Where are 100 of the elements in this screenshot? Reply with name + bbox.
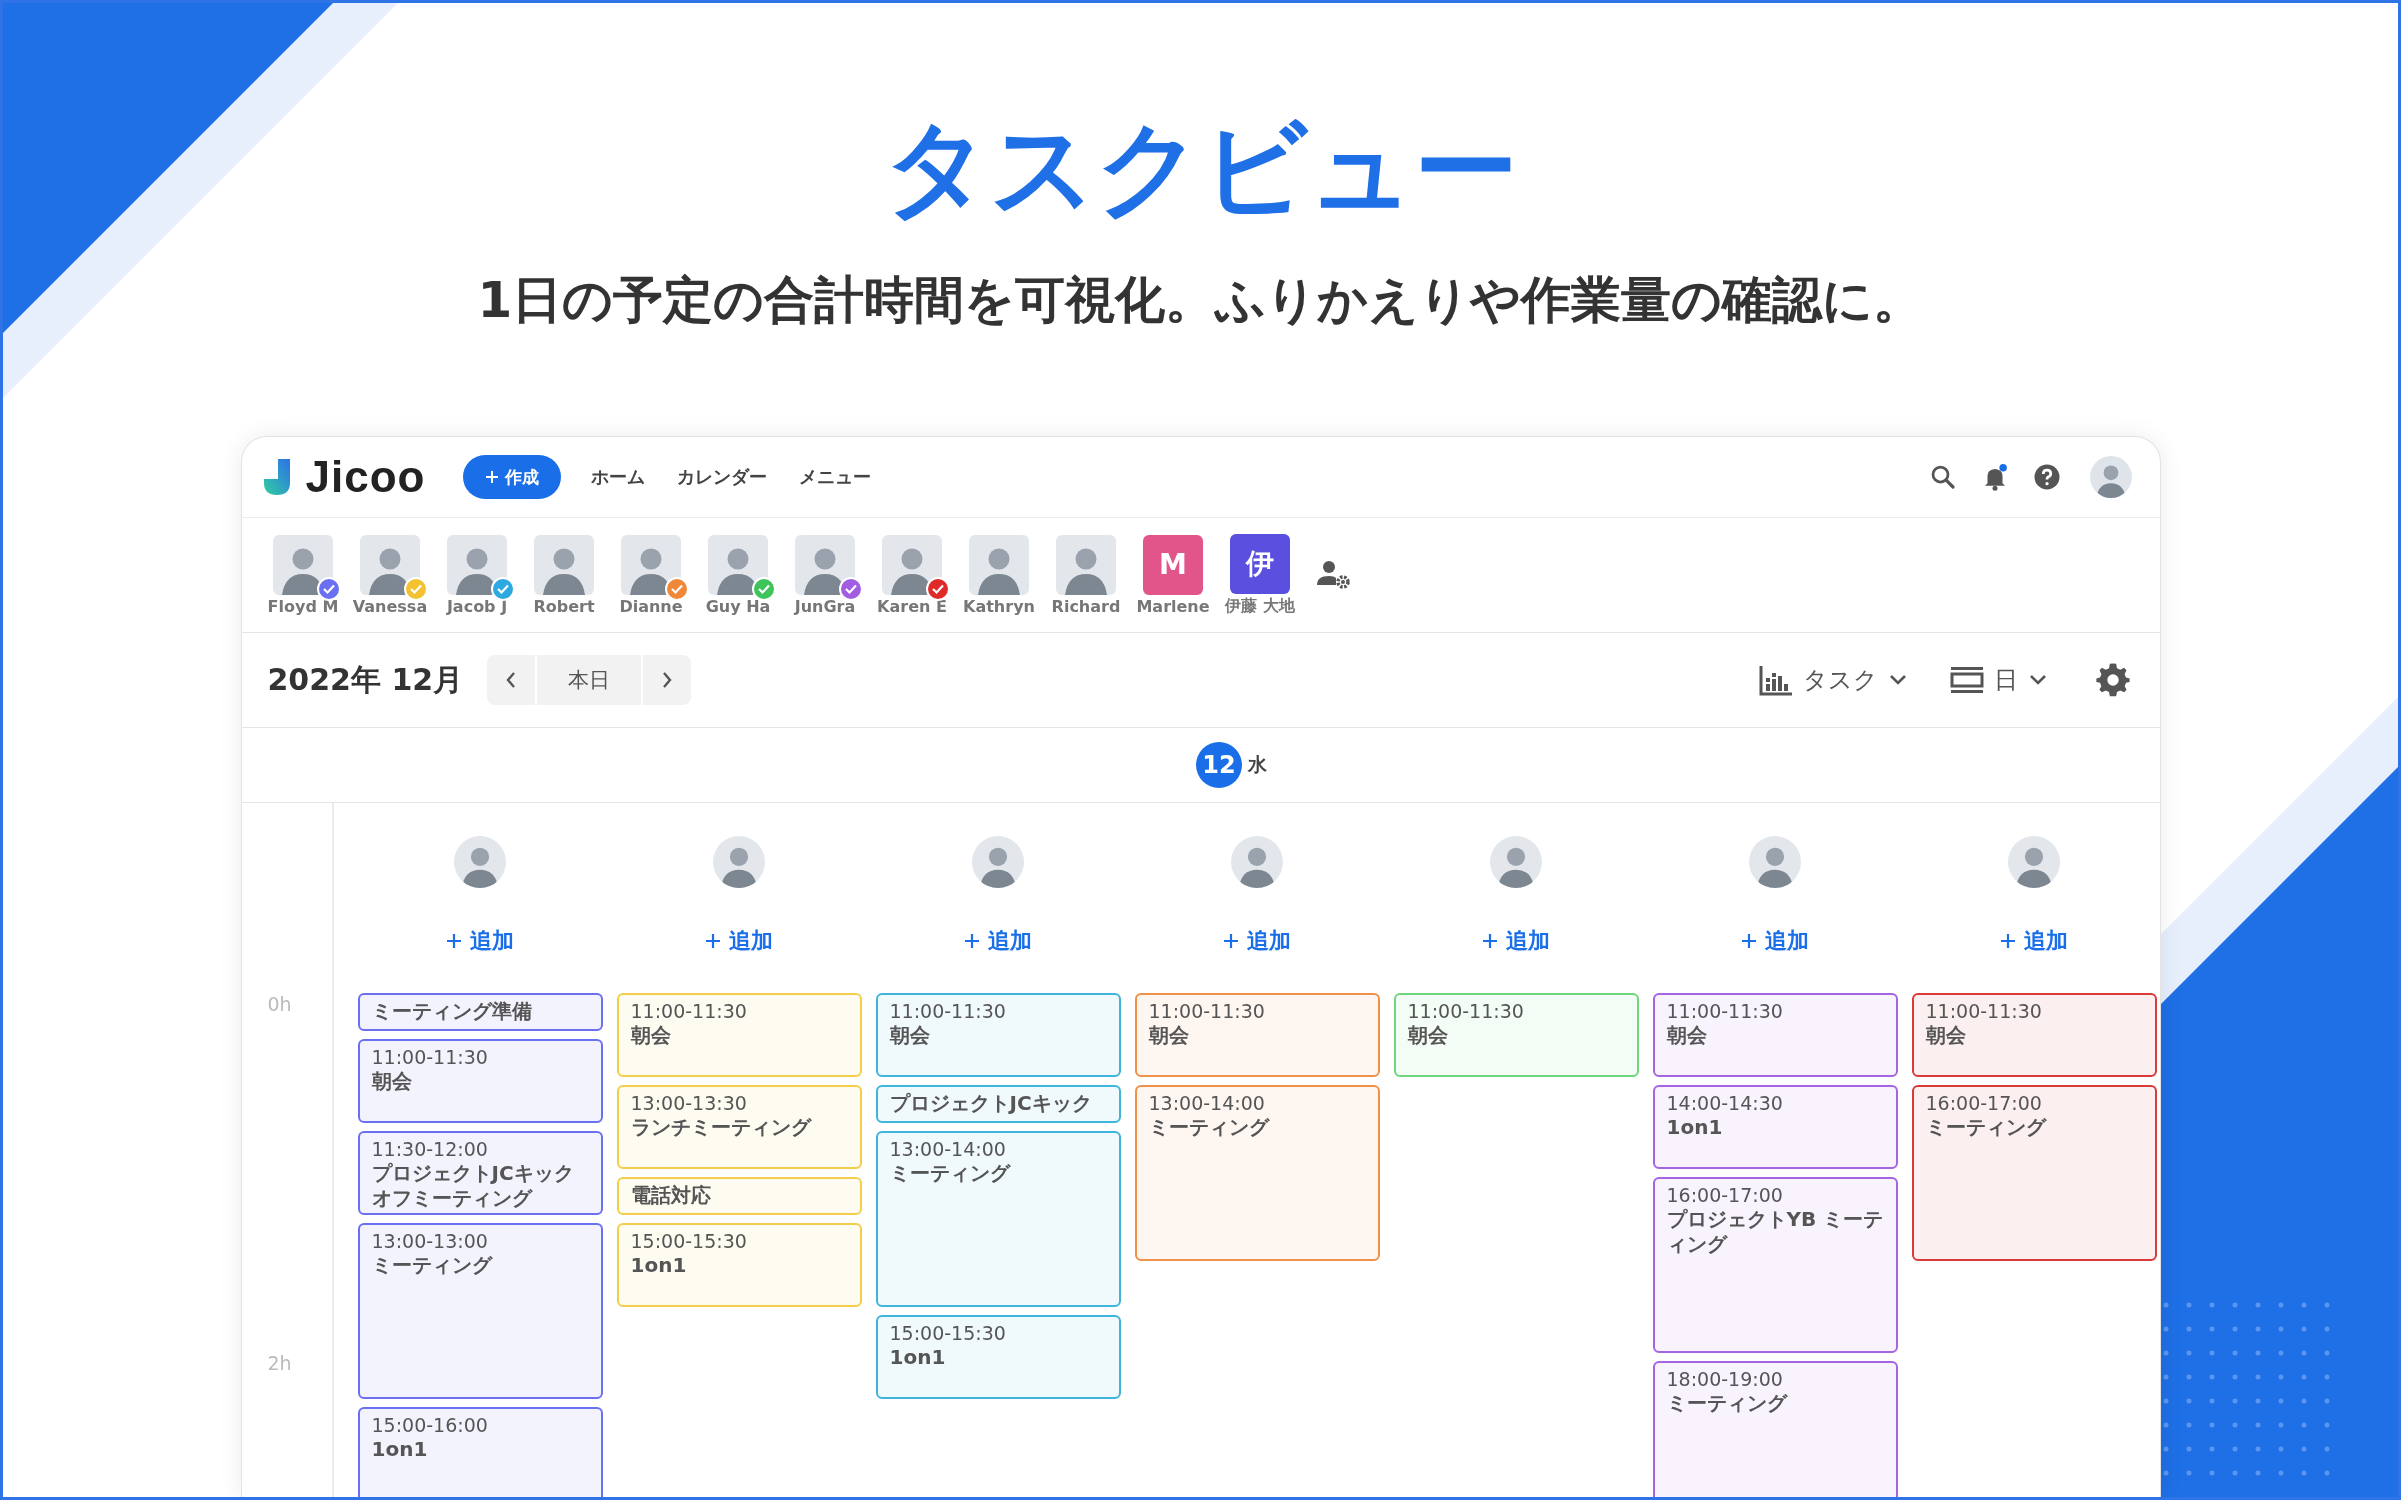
event-title: 朝会 xyxy=(1666,1023,1708,1048)
plus-icon xyxy=(1223,933,1239,949)
event-title: プロジェクトYB ミーティング xyxy=(1666,1207,1884,1257)
avatar[interactable] xyxy=(621,534,681,595)
event-card[interactable]: 15:00-15:30 1on1 xyxy=(616,1223,862,1307)
range-dropdown[interactable]: 日 xyxy=(1943,663,2054,697)
avatar[interactable] xyxy=(882,534,942,595)
event-card[interactable]: 16:00-17:00 ミーティング xyxy=(1911,1085,2157,1261)
member-name: Richard xyxy=(1051,596,1121,616)
event-card[interactable]: 13:00-14:00 ミーティング xyxy=(875,1131,1121,1307)
event-time: 13:00-14:00 xyxy=(1148,1091,1266,1115)
event-title: 1on1 xyxy=(630,1253,688,1278)
plus-icon xyxy=(1741,933,1757,949)
event-card[interactable]: ミーティング準備 xyxy=(357,993,603,1031)
event-card[interactable]: 11:00-11:30 朝会 xyxy=(616,993,862,1077)
bar-chart-icon xyxy=(1758,664,1793,696)
event-time: 16:00-17:00 xyxy=(1925,1091,2043,1115)
nav-link[interactable]: ホーム xyxy=(591,465,646,489)
event-title: ミーティング xyxy=(889,1161,1012,1186)
event-card[interactable]: 15:00-16:00 1on1 xyxy=(357,1407,603,1497)
event-title: ミーティング準備 xyxy=(371,999,533,1024)
add-button[interactable]: 追加 xyxy=(1476,926,1556,956)
event-time: 16:00-17:00 xyxy=(1666,1183,1784,1207)
today-button[interactable]: 本日 xyxy=(537,655,642,705)
view-dropdown[interactable]: タスク xyxy=(1752,663,1914,697)
event-title: ミーティング xyxy=(1925,1115,2048,1140)
event-card[interactable]: 11:00-11:30 朝会 xyxy=(1652,993,1898,1077)
event-title: 1on1 xyxy=(371,1437,429,1462)
event-time: 11:00-11:30 xyxy=(1925,999,2043,1023)
member-name: Karen E xyxy=(877,596,947,616)
event-card[interactable]: 18:00-19:00 ミーティング xyxy=(1652,1361,1898,1497)
event-card[interactable]: 11:00-11:30 朝会 xyxy=(1911,993,2157,1077)
event-title: 1on1 xyxy=(1666,1115,1724,1140)
avatar[interactable] xyxy=(360,534,420,595)
event-time: 13:00-13:00 xyxy=(371,1229,489,1253)
caret-icon xyxy=(2027,673,2048,687)
event-card[interactable]: 13:00-13:00 ミーティング xyxy=(357,1223,603,1399)
event-card[interactable]: 電話対応 xyxy=(616,1177,862,1215)
add-button[interactable]: 追加 xyxy=(440,926,520,956)
event-card[interactable]: 13:00-13:30 ランチミーティング xyxy=(616,1085,862,1169)
member-name: Floyd M xyxy=(267,596,339,616)
event-card[interactable]: 11:00-11:30 朝会 xyxy=(357,1039,603,1123)
event-time: 11:00-11:30 xyxy=(1148,999,1266,1023)
event-card[interactable]: 11:00-11:30 朝会 xyxy=(1134,993,1380,1077)
settings-icon[interactable] xyxy=(2093,661,2132,699)
event-title: 朝会 xyxy=(1407,1023,1449,1048)
event-card[interactable]: 13:00-14:00 ミーティング xyxy=(1134,1085,1380,1261)
nav-link[interactable]: メニュー xyxy=(799,465,872,489)
date-badge[interactable]: 12 xyxy=(1196,742,1242,788)
member-name: Kathryn xyxy=(963,596,1035,616)
prev-button[interactable] xyxy=(487,655,536,705)
user-avatar[interactable] xyxy=(2089,456,2132,498)
create-button[interactable]: 作成 xyxy=(463,455,562,499)
plus-icon xyxy=(705,933,721,949)
member-name: JunGra xyxy=(794,596,856,616)
avatar[interactable] xyxy=(534,534,594,595)
initial-avatar[interactable]: 伊 xyxy=(1230,533,1290,594)
add-button[interactable]: 追加 xyxy=(699,926,779,956)
plus-icon xyxy=(964,933,980,949)
event-title: 朝会 xyxy=(1148,1023,1190,1048)
month-label: 2022年 12月 xyxy=(267,660,464,699)
avatar[interactable] xyxy=(1056,534,1116,595)
avatar[interactable] xyxy=(273,534,333,595)
event-card[interactable]: 15:00-15:30 1on1 xyxy=(875,1315,1121,1399)
event-time: 11:00-11:30 xyxy=(1666,999,1784,1023)
caret-icon xyxy=(1887,673,1908,687)
add-button[interactable]: 追加 xyxy=(1735,926,1815,956)
plus-icon xyxy=(485,470,500,484)
member-name: Marlene xyxy=(1136,596,1210,616)
event-card[interactable]: 11:30-12:00 プロジェクトJCキックオフミーティング xyxy=(357,1131,603,1215)
event-card[interactable]: 14:00-14:30 1on1 xyxy=(1652,1085,1898,1169)
next-button[interactable] xyxy=(643,655,692,705)
weekday-label: 水 xyxy=(1248,752,1267,777)
event-card[interactable]: プロジェクトJCキック xyxy=(875,1085,1121,1123)
event-time: 11:00-11:30 xyxy=(1407,999,1525,1023)
avatar xyxy=(454,836,506,888)
event-title: ミーティング xyxy=(1148,1115,1271,1140)
avatar[interactable] xyxy=(969,534,1029,595)
event-card[interactable]: 11:00-11:30 朝会 xyxy=(1393,993,1639,1077)
event-title: 朝会 xyxy=(1925,1023,1967,1048)
hour-label: 0h xyxy=(267,992,293,1016)
add-button[interactable]: 追加 xyxy=(1217,926,1297,956)
nav-link[interactable]: カレンダー xyxy=(677,465,768,489)
event-time: 11:00-11:30 xyxy=(371,1045,489,1069)
avatar[interactable] xyxy=(795,534,855,595)
add-button[interactable]: 追加 xyxy=(958,926,1038,956)
event-title: プロジェクトJCキックオフミーティング xyxy=(371,1161,575,1211)
event-card[interactable]: 16:00-17:00 プロジェクトYB ミーティング xyxy=(1652,1177,1898,1353)
event-time: 11:00-11:30 xyxy=(889,999,1007,1023)
event-time: 11:00-11:30 xyxy=(630,999,748,1023)
hour-label: 2h xyxy=(267,1351,293,1375)
initial-avatar[interactable]: M xyxy=(1143,534,1203,595)
event-time: 14:00-14:30 xyxy=(1666,1091,1784,1115)
add-button[interactable]: 追加 xyxy=(1994,926,2074,956)
event-card[interactable]: 11:00-11:30 朝会 xyxy=(875,993,1121,1077)
logo-text: Jicoo xyxy=(305,452,426,502)
avatar xyxy=(1231,836,1283,888)
avatar[interactable] xyxy=(447,534,507,595)
event-title: 朝会 xyxy=(889,1023,931,1048)
avatar[interactable] xyxy=(708,534,768,595)
